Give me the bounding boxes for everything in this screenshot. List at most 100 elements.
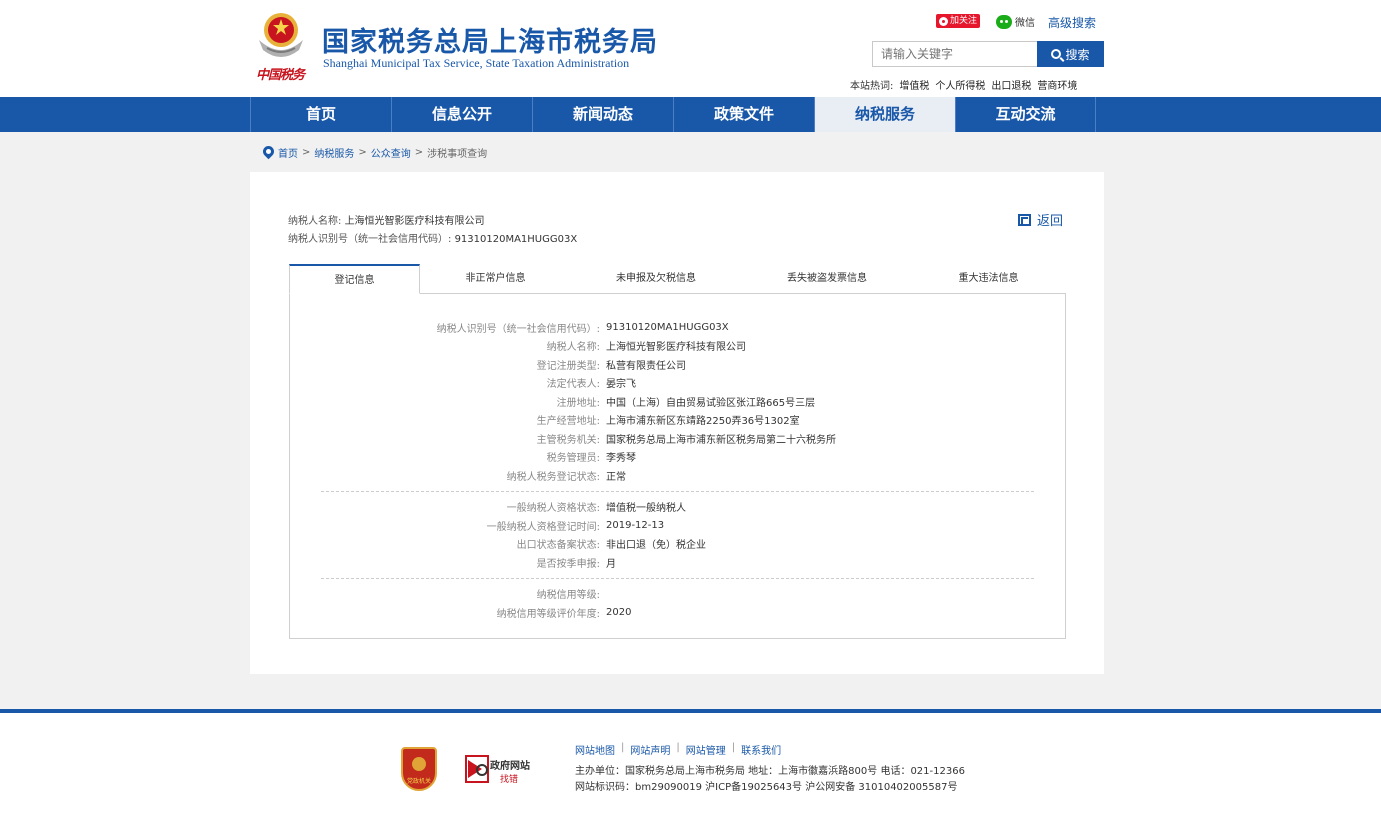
taxpayer-name-line: 纳税人名称: 上海恒光智影医疗科技有限公司 (288, 212, 485, 227)
taxpayer-id-label: 纳税人识别号（统一社会信用代码）: (288, 234, 452, 245)
detail-key: 注册地址: (556, 397, 600, 409)
detail-row: 生产经营地址: 上海市浦东新区东靖路2250弄36号1302室 (290, 411, 1065, 430)
party-gov-badge-icon[interactable]: 党政机关 (401, 747, 437, 791)
hot-words-label: 本站热词: (850, 81, 894, 92)
breadcrumb-public-query[interactable]: 公众查询 (371, 145, 411, 160)
tab-major-violations[interactable]: 重大违法信息 (913, 264, 1064, 294)
detail-row: 主管税务机关: 国家税务总局上海市浦东新区税务局第二十六税务所 (290, 429, 1065, 448)
search-button[interactable]: 搜索 (1037, 41, 1104, 67)
hot-word[interactable]: 增值税 (899, 77, 929, 92)
detail-value: 增值税一般纳税人 (606, 503, 686, 515)
detail-row: 一般纳税人资格登记时间: 2019-12-13 (290, 516, 1065, 535)
nav-info-disclosure[interactable]: 信息公开 (391, 97, 532, 132)
detail-value: 2019-12-13 (606, 519, 665, 531)
detail-key: 法定代表人: (546, 379, 600, 391)
footer-link-admin[interactable]: 网站管理 (686, 742, 726, 757)
nav-news[interactable]: 新闻动态 (532, 97, 673, 132)
detail-key: 是否按季申报: (536, 558, 600, 570)
detail-row: 纳税人税务登记状态: 正常 (290, 466, 1065, 485)
hot-word[interactable]: 出口退税 (991, 77, 1031, 92)
detail-row: 登记注册类型: 私营有限责任公司 (290, 355, 1065, 374)
detail-row: 一般纳税人资格状态: 增值税一般纳税人 (290, 498, 1065, 517)
detail-key: 主管税务机关: (536, 434, 600, 446)
detail-key: 生产经营地址: (536, 416, 600, 428)
footer-host-info: 主办单位：国家税务总局上海市税务局 地址：上海市徽嘉浜路800号 电话：021-… (575, 766, 965, 777)
taxpayer-name-value: 上海恒光智影医疗科技有限公司 (344, 216, 485, 227)
hot-word[interactable]: 个人所得税 (935, 77, 985, 92)
registration-panel: 纳税人识别号（统一社会信用代码）: 91310120MA1HUGG03X 纳税人名称… (289, 294, 1066, 639)
query-result-card: 纳税人名称: 上海恒光智影医疗科技有限公司 纳税人识别号（统一社会信用代码）: … (250, 172, 1104, 674)
detail-key: 纳税信用等级: (536, 590, 600, 602)
tab-unfiled-arrears[interactable]: 未申报及欠税信息 (571, 264, 741, 294)
site-title[interactable]: 国家税务总局上海市税务局 (322, 20, 658, 59)
detail-key: 纳税人名称: (546, 342, 600, 354)
detail-row: 注册地址: 中国（上海）自由贸易试验区张江路665号三层 (290, 392, 1065, 411)
detail-rows: 纳税人识别号（统一社会信用代码）: 91310120MA1HUGG03X 纳税人名称… (290, 318, 1065, 622)
detail-key: 一般纳税人资格登记时间: (486, 521, 600, 533)
footer-link-statement[interactable]: 网站声明 (630, 742, 670, 757)
detail-key: 登记注册类型: (536, 360, 600, 372)
wechat-label: 微信 (1015, 18, 1035, 29)
detail-row: 纳税信用等级: (290, 585, 1065, 604)
detail-value: 晏宗飞 (606, 379, 636, 391)
detail-row: 纳税信用等级评价年度: 2020 (290, 603, 1065, 622)
detail-row: 纳税人名称: 上海恒光智影医疗科技有限公司 (290, 337, 1065, 356)
detail-key: 出口状态备案状态: (516, 540, 600, 552)
site-subtitle: Shanghai Municipal Tax Service, State Ta… (323, 56, 630, 70)
detail-value: 李秀琴 (606, 453, 636, 465)
nav-tax-service[interactable]: 纳税服务 (814, 97, 955, 132)
advanced-search-link[interactable]: 高级搜索 (1048, 14, 1096, 31)
location-pin-icon (263, 146, 274, 159)
back-button[interactable]: 返回 (1018, 210, 1063, 229)
detail-key: 纳税人识别号（统一社会信用代码）: (436, 323, 600, 335)
site-header: 中国税务 国家税务总局上海市税务局 Shanghai Municipal Tax… (0, 0, 1381, 97)
weibo-badge: 加关注 (936, 14, 981, 28)
detail-value: 私营有限责任公司 (606, 360, 686, 372)
wechat-icon (996, 14, 1012, 29)
breadcrumb-current: 涉税事项查询 (427, 149, 488, 160)
hot-word[interactable]: 营商环境 (1037, 77, 1077, 92)
detail-value: 91310120MA1HUGG03X (606, 321, 729, 333)
detail-value: 正常 (606, 471, 626, 483)
detail-value: 月 (606, 558, 616, 570)
taxpayer-name-label: 纳税人名称: (288, 216, 342, 227)
detail-row: 出口状态备案状态: 非出口退（免）税企业 (290, 535, 1065, 554)
hot-words: 本站热词: 增值税 个人所得税 出口退税 营商环境 (850, 77, 1077, 92)
tab-lost-invoices[interactable]: 丢失被盗发票信息 (741, 264, 913, 294)
tab-abnormal-account[interactable]: 非正常户信息 (420, 264, 571, 294)
detail-value: 国家税务总局上海市浦东新区税务局第二十六税务所 (606, 434, 836, 446)
detail-row: 法定代表人: 晏宗飞 (290, 374, 1065, 393)
detail-row: 是否按季申报: 月 (290, 553, 1065, 572)
tax-emblem-icon (259, 13, 303, 57)
nav-home[interactable]: 首页 (250, 97, 391, 132)
wechat-link[interactable]: 微信 (996, 14, 1035, 29)
breadcrumb-sep: > (358, 147, 367, 158)
nav-policy[interactable]: 政策文件 (673, 97, 814, 132)
detail-key: 纳税信用等级评价年度: (496, 608, 600, 620)
breadcrumb-tax-service[interactable]: 纳税服务 (314, 145, 354, 160)
weibo-follow-label: 加关注 (950, 16, 978, 26)
breadcrumb: 首页 > 纳税服务 > 公众查询 > 涉税事项查询 (263, 145, 487, 160)
detail-row: 税务管理员: 李秀琴 (290, 448, 1065, 467)
detail-key: 一般纳税人资格状态: (506, 503, 600, 515)
weibo-follow[interactable]: 加关注 (936, 13, 981, 29)
search-icon (1051, 49, 1062, 59)
breadcrumb-sep: > (414, 147, 424, 158)
section-divider (321, 490, 1034, 492)
detail-value: 2020 (606, 606, 632, 618)
tab-registration[interactable]: 登记信息 (289, 264, 420, 294)
footer-link-contact[interactable]: 联系我们 (741, 742, 781, 757)
detail-value: 中国（上海）自由贸易试验区张江路665号三层 (606, 397, 816, 409)
footer-sep: | (676, 742, 680, 753)
breadcrumb-home[interactable]: 首页 (278, 145, 298, 160)
gov-site-error-icon[interactable] (464, 754, 490, 784)
footer-sep: | (621, 742, 625, 753)
section-divider (321, 577, 1034, 579)
site-footer: 党政机关 政府网站 找错 网站地图 | 网站声明 | 网站管理 | 联系我们 主… (0, 713, 1381, 817)
gov-error-label: 找错 (500, 775, 519, 785)
nav-interaction[interactable]: 互动交流 (955, 97, 1096, 132)
search-input[interactable] (872, 41, 1038, 67)
footer-link-sitemap[interactable]: 网站地图 (575, 742, 615, 757)
footer-links: 网站地图 | 网站声明 | 网站管理 | 联系我们 (575, 742, 781, 757)
taxpayer-id-value: 91310120MA1HUGG03X (454, 234, 578, 245)
